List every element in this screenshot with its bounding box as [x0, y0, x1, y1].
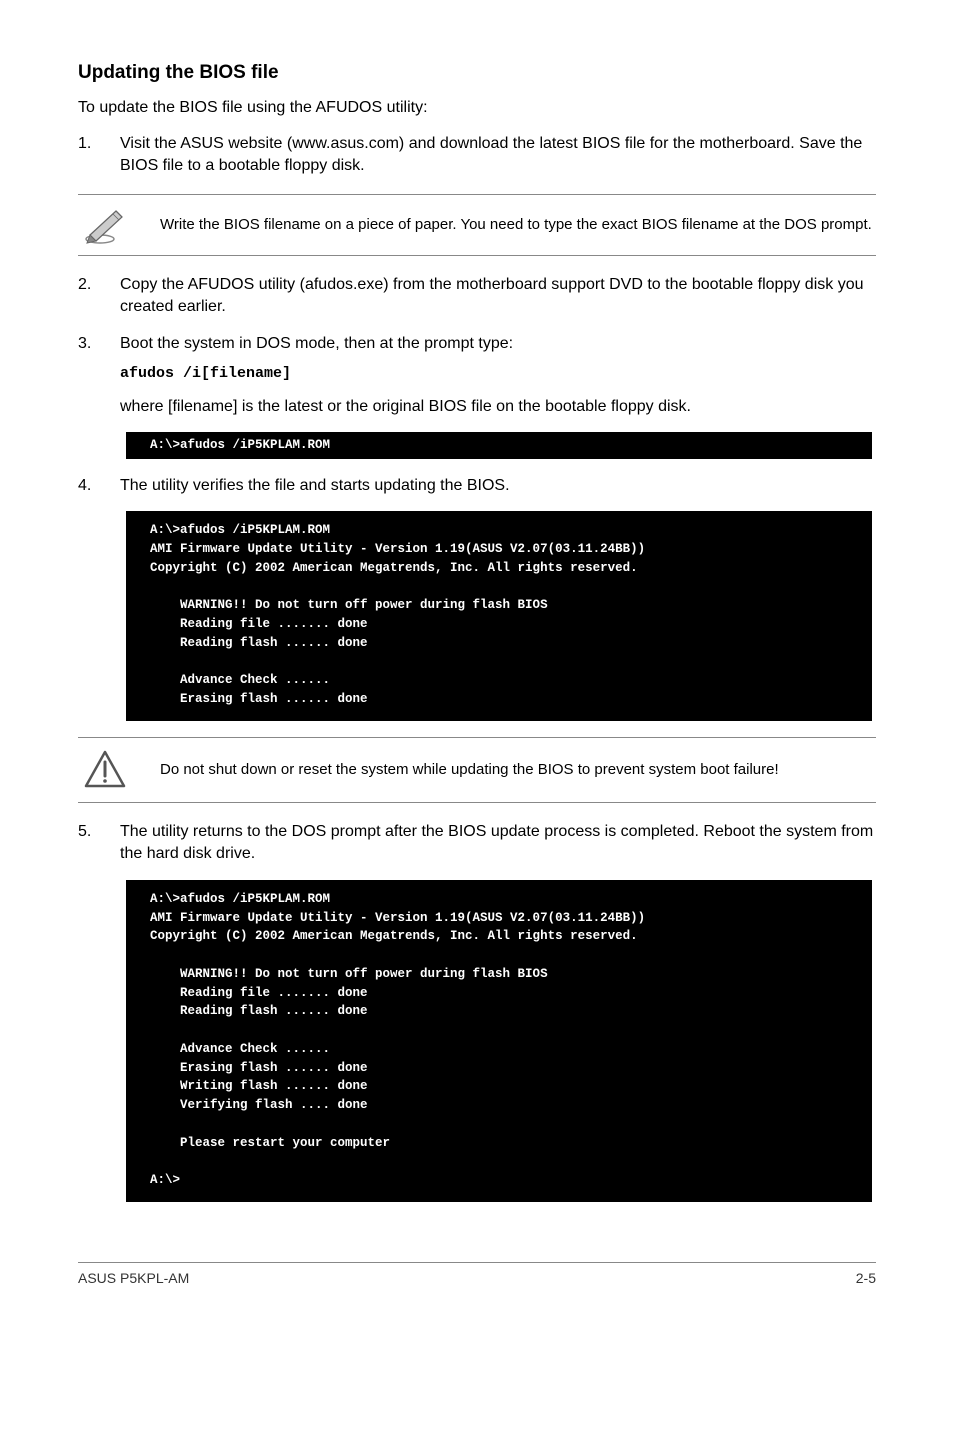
step-number: 3. — [78, 333, 92, 419]
step-number: 2. — [78, 274, 92, 319]
pencil-icon — [78, 205, 132, 245]
step-text: Copy the AFUDOS utility (afudos.exe) fro… — [120, 274, 876, 319]
step-subtext: where [filename] is the latest or the or… — [120, 396, 876, 418]
step-5: 5. The utility returns to the DOS prompt… — [78, 821, 876, 866]
note-text: Write the BIOS filename on a piece of pa… — [160, 214, 876, 235]
terminal-output-2: A:\>afudos /iP5KPLAM.ROM AMI Firmware Up… — [126, 511, 872, 721]
section-heading: Updating the BIOS file — [78, 60, 876, 87]
note-info: Write the BIOS filename on a piece of pa… — [78, 194, 876, 256]
note-warning: Do not shut down or reset the system whi… — [78, 737, 876, 803]
step-4: 4. The utility verifies the file and sta… — [78, 475, 876, 497]
page-footer: ASUS P5KPL-AM 2-5 — [78, 1262, 876, 1289]
warning-icon — [78, 748, 132, 792]
step-number: 4. — [78, 475, 92, 497]
intro-text: To update the BIOS file using the AFUDOS… — [78, 97, 876, 119]
terminal-output-1: A:\>afudos /iP5KPLAM.ROM — [126, 432, 872, 459]
footer-left: ASUS P5KPL-AM — [78, 1269, 189, 1289]
step-text: The utility returns to the DOS prompt af… — [120, 821, 876, 866]
step-3: 3. Boot the system in DOS mode, then at … — [78, 333, 876, 419]
step-number: 1. — [78, 133, 92, 178]
step-number: 5. — [78, 821, 92, 866]
step-text: The utility verifies the file and starts… — [120, 475, 876, 497]
footer-right: 2-5 — [856, 1269, 876, 1289]
note-text: Do not shut down or reset the system whi… — [160, 759, 876, 780]
step-2: 2. Copy the AFUDOS utility (afudos.exe) … — [78, 274, 876, 319]
terminal-output-3: A:\>afudos /iP5KPLAM.ROM AMI Firmware Up… — [126, 880, 872, 1202]
step-text: Visit the ASUS website (www.asus.com) an… — [120, 133, 876, 178]
code-snippet: afudos /i[filename] — [120, 363, 876, 384]
step-text: Boot the system in DOS mode, then at the… — [120, 335, 513, 352]
step-1: 1. Visit the ASUS website (www.asus.com)… — [78, 133, 876, 178]
